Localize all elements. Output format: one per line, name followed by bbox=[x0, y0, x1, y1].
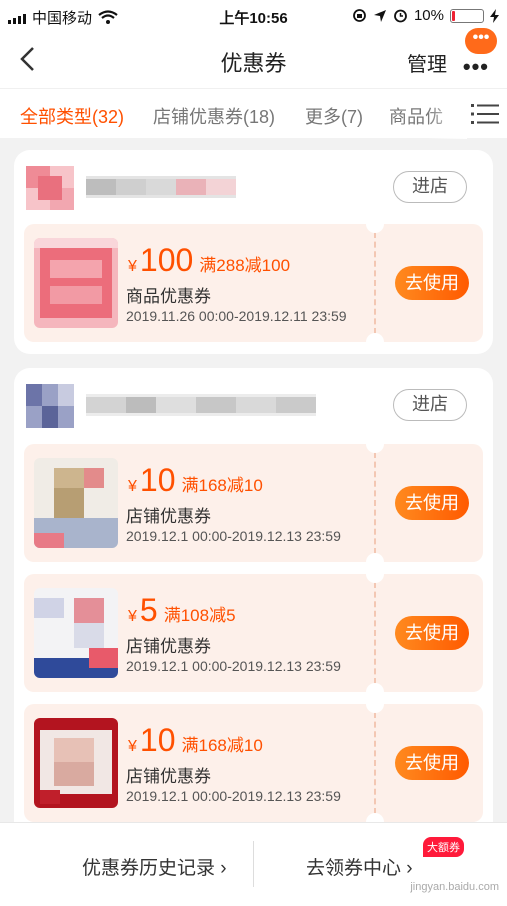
battery-percent: 10% bbox=[413, 7, 444, 24]
coupon-type: 店铺优惠券 bbox=[126, 637, 211, 656]
status-bar: 中国移动 上午10:56 10% bbox=[0, 0, 507, 32]
bottom-bar: 优惠券历史记录 › 去领券中心 › 大额券 jingyan.baidu.com bbox=[0, 822, 507, 906]
store-card: 进店 ¥10 满168减10 店铺优惠券 2019.12.1 00:00-2019… bbox=[14, 368, 493, 838]
coupon-period: 2019.11.26 00:00-2019.12.11 23:59 bbox=[126, 308, 347, 324]
coupon-type: 店铺优惠券 bbox=[126, 767, 211, 786]
product-thumbnail[interactable] bbox=[34, 588, 118, 678]
coupon-history-link[interactable]: 优惠券历史记录 › bbox=[82, 853, 227, 880]
more-icon[interactable]: ••• bbox=[463, 54, 489, 80]
tab-more[interactable]: 更多(7) bbox=[305, 103, 363, 129]
location-icon bbox=[373, 9, 386, 22]
coupon-amount: ¥5 满108减5 bbox=[128, 592, 236, 628]
coupon-item: ¥100 满288减100 商品优惠券 2019.11.26 00:00-2019… bbox=[24, 215, 483, 351]
battery-icon bbox=[450, 8, 484, 23]
coupon-type: 商品优惠券 bbox=[126, 287, 211, 306]
enter-store-button[interactable]: 进店 bbox=[393, 389, 467, 421]
coupon-item: ¥10 满168减10 店铺优惠券 2019.12.1 00:00-2019.12… bbox=[24, 695, 483, 831]
store-name-blurred[interactable] bbox=[86, 176, 236, 198]
orientation-lock-icon bbox=[353, 9, 366, 22]
coupon-period: 2019.12.1 00:00-2019.12.13 23:59 bbox=[126, 528, 341, 544]
product-thumbnail[interactable] bbox=[34, 718, 118, 808]
category-tabs: 全部类型(32) 店铺优惠券(18) 更多(7) 商品优 bbox=[0, 88, 507, 139]
use-coupon-button[interactable]: 去使用 bbox=[395, 616, 469, 650]
status-right: 10% bbox=[352, 7, 499, 24]
store-card: 进店 ¥100 满288减100 商品优惠券 2019.11.26 00:00-2… bbox=[14, 150, 493, 354]
message-bubble-icon[interactable]: ••• bbox=[465, 28, 497, 54]
big-coupon-badge: 大额券 bbox=[423, 837, 464, 857]
store-header: 进店 bbox=[26, 166, 481, 210]
coupon-period: 2019.12.1 00:00-2019.12.13 23:59 bbox=[126, 788, 341, 804]
use-coupon-button[interactable]: 去使用 bbox=[395, 266, 469, 300]
coupon-center-link[interactable]: 去领券中心 › bbox=[306, 853, 413, 880]
charging-icon bbox=[490, 8, 499, 23]
coupon-amount: ¥100 满288减100 bbox=[128, 242, 291, 278]
coupon-period: 2019.12.1 00:00-2019.12.13 23:59 bbox=[126, 658, 341, 674]
use-coupon-button[interactable]: 去使用 bbox=[395, 746, 469, 780]
list-menu-icon[interactable] bbox=[471, 103, 499, 125]
use-coupon-button[interactable]: 去使用 bbox=[395, 486, 469, 520]
product-thumbnail[interactable] bbox=[34, 238, 118, 328]
nav-bar: 优惠券 管理 ••• ••• bbox=[0, 28, 507, 88]
coupon-type: 店铺优惠券 bbox=[126, 507, 211, 526]
coupon-amount: ¥10 满168减10 bbox=[128, 722, 263, 758]
watermark: jingyan.baidu.com bbox=[410, 881, 499, 893]
tab-store-coupons[interactable]: 店铺优惠券(18) bbox=[153, 103, 275, 129]
store-logo[interactable] bbox=[26, 166, 74, 210]
coupon-amount: ¥10 满168减10 bbox=[128, 462, 263, 498]
coupon-item: ¥10 满168减10 店铺优惠券 2019.12.1 00:00-2019.12… bbox=[24, 435, 483, 571]
coupon-item: ¥5 满108减5 店铺优惠券 2019.12.1 00:00-2019.12.1… bbox=[24, 565, 483, 701]
enter-store-button[interactable]: 进店 bbox=[393, 171, 467, 203]
tab-all[interactable]: 全部类型(32) bbox=[20, 103, 124, 129]
store-logo[interactable] bbox=[26, 384, 74, 428]
alarm-icon bbox=[394, 9, 407, 23]
manage-button[interactable]: 管理 bbox=[407, 48, 447, 77]
product-thumbnail[interactable] bbox=[34, 458, 118, 548]
store-header: 进店 bbox=[26, 384, 481, 428]
store-name-blurred[interactable] bbox=[86, 394, 316, 416]
